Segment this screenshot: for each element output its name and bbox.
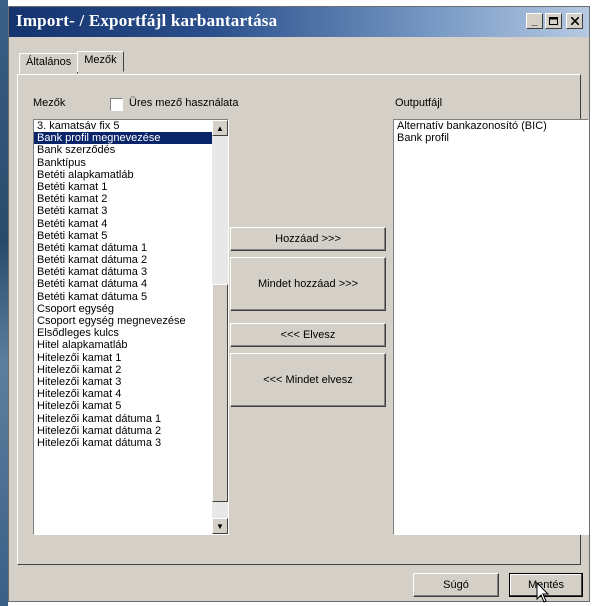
field-list-item[interactable]: Csoport egység (34, 303, 228, 315)
output-file-label: Outputfájl (395, 97, 443, 109)
field-list-item[interactable]: Hitelezői kamat dátuma 3 (34, 437, 228, 449)
tab-general[interactable]: Általános (19, 53, 79, 74)
field-list-item[interactable]: Betéti kamat dátuma 4 (34, 278, 228, 290)
scroll-up-icon[interactable]: ▲ (212, 120, 228, 136)
empty-field-checkbox[interactable] (110, 98, 123, 111)
field-list-item[interactable]: Betéti kamat dátuma 5 (34, 291, 228, 303)
output-fields-list[interactable]: Alternatív bankazonosító (BIC) Bank profi… (393, 119, 589, 535)
field-list-item[interactable]: Hitelezői kamat 3 (34, 376, 228, 388)
output-fields-items: Alternatív bankazonosító (BIC) Bank profi… (394, 120, 588, 144)
field-list-item[interactable]: Bank profil megnevezése (34, 132, 228, 145)
available-fields-list[interactable]: 3. kamatsáv fix 5 Bank profil megnevezése… (33, 119, 229, 535)
scroll-down-icon[interactable]: ▼ (212, 518, 228, 534)
field-list-item[interactable]: Hitelezői kamat 5 (34, 400, 228, 412)
close-icon[interactable] (566, 13, 583, 29)
field-list-item[interactable]: Hitel alapkamatláb (34, 339, 228, 351)
title-bar[interactable]: Import- / Exportfájl karbantartása _ (9, 7, 589, 37)
fields-scrollbar[interactable]: ▲ ▼ (212, 120, 228, 534)
window-controls: _ (526, 13, 583, 29)
remove-button[interactable]: <<< Elvesz (230, 323, 386, 347)
output-list-item[interactable]: Bank profil (394, 132, 588, 144)
field-list-item[interactable]: Betéti kamat 5 (34, 230, 228, 242)
tab-fields[interactable]: Mezők (77, 51, 124, 72)
field-list-item[interactable]: Betéti kamat 4 (34, 218, 228, 230)
scrollbar-thumb[interactable] (212, 284, 228, 502)
window-title: Import- / Exportfájl karbantartása (16, 11, 278, 30)
available-fields-items: 3. kamatsáv fix 5 Bank profil megnevezése… (34, 120, 228, 449)
output-list-item[interactable]: Alternatív bankazonosító (BIC) (394, 120, 588, 132)
field-list-item[interactable]: 3. kamatsáv fix 5 (34, 120, 228, 132)
add-button[interactable]: Hozzáad >>> (230, 227, 386, 251)
field-list-item[interactable]: Hitelezői kamat 1 (34, 352, 228, 364)
field-list-item[interactable]: Hitelezői kamat dátuma 2 (34, 425, 228, 437)
dialog-window: Import- / Exportfájl karbantartása _ Ált… (8, 6, 590, 602)
field-list-item[interactable]: Betéti kamat 1 (34, 181, 228, 193)
fields-label: Mezők (33, 97, 66, 109)
desktop-background (0, 0, 8, 606)
field-list-item[interactable]: Betéti kamat dátuma 1 (34, 242, 228, 254)
field-list-item[interactable]: Banktípus (34, 157, 228, 169)
add-all-button[interactable]: Mindet hozzáad >>> (230, 257, 386, 311)
empty-field-checkbox-label: Üres mező használata (129, 97, 239, 109)
remove-all-button[interactable]: <<< Mindet elvesz (230, 353, 386, 407)
field-list-item[interactable]: Betéti kamat 2 (34, 193, 228, 205)
field-list-item[interactable]: Betéti kamat 3 (34, 205, 228, 217)
field-list-item[interactable]: Elsődleges kulcs (34, 327, 228, 339)
field-list-item[interactable]: Hitelezői kamat 2 (34, 364, 228, 376)
minimize-icon[interactable]: _ (526, 13, 543, 29)
field-list-item[interactable]: Hitelezői kamat dátuma 1 (34, 413, 228, 425)
field-list-item[interactable]: Hitelezői kamat 4 (34, 388, 228, 400)
mouse-pointer-icon (536, 582, 550, 603)
tab-strip: Általános Mezők (19, 51, 124, 74)
maximize-icon[interactable] (545, 13, 562, 29)
field-list-item[interactable]: Csoport egység megnevezése (34, 315, 228, 327)
field-list-item[interactable]: Betéti kamat dátuma 2 (34, 254, 228, 266)
field-list-item[interactable]: Bank szerződés (34, 144, 228, 156)
help-button[interactable]: Súgó (413, 573, 499, 597)
field-list-item[interactable]: Betéti kamat dátuma 3 (34, 266, 228, 278)
field-list-item[interactable]: Betéti alapkamatláb (34, 169, 228, 181)
